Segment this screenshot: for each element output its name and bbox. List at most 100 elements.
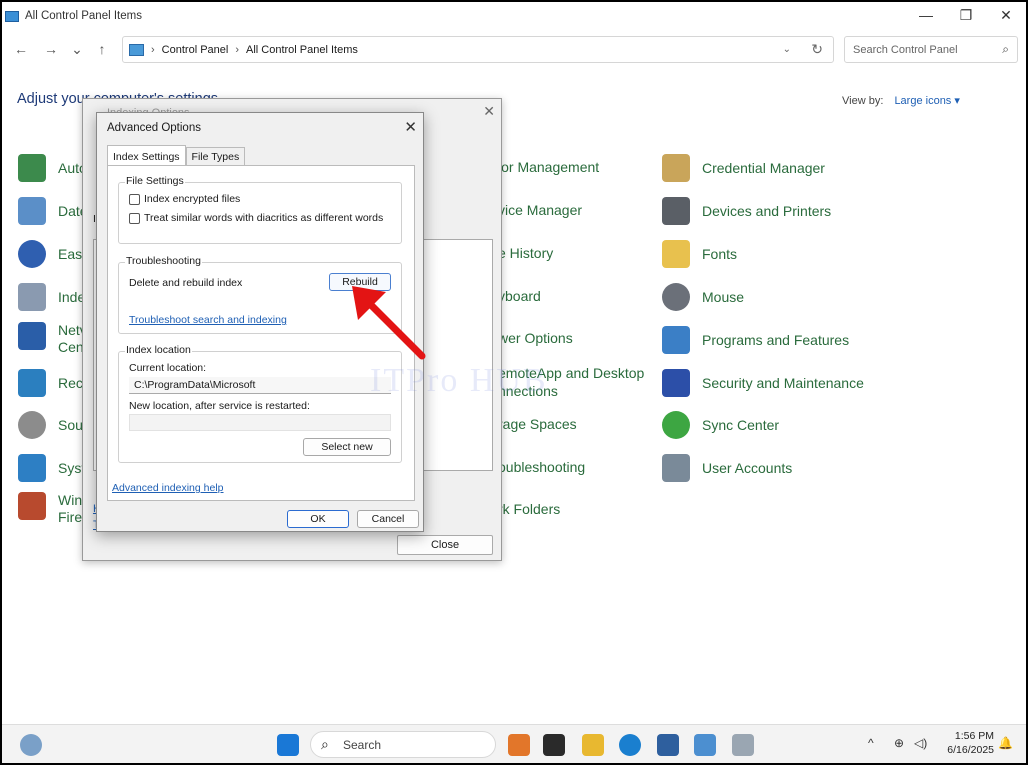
window-title: All Control Panel Items <box>25 10 142 22</box>
sound-icon <box>18 411 46 439</box>
control-panel-item[interactable]: Date <box>18 197 88 225</box>
close-button[interactable]: Close <box>397 535 493 555</box>
clock-date: 6/16/2025 <box>947 744 994 756</box>
refresh-icon[interactable]: ↻ <box>811 41 823 58</box>
control-panel-item[interactable]: lor Management <box>498 159 599 175</box>
edge-icon[interactable] <box>619 734 641 756</box>
control-panel-item[interactable]: rk Folders <box>498 501 560 517</box>
current-location-label: Current location: <box>129 362 207 374</box>
control-panel-item[interactable]: vice Manager <box>498 202 582 218</box>
address-dropdown-icon[interactable]: ⌄ <box>783 44 791 55</box>
file-settings-title: File Settings <box>125 175 185 187</box>
file-settings-group: File Settings Index encrypted files Trea… <box>118 175 402 244</box>
close-button[interactable]: ✕ <box>986 2 1026 30</box>
taskbar-search[interactable]: ⌕ Search <box>310 731 496 758</box>
tab-index-settings[interactable]: Index Settings <box>107 145 186 167</box>
indexing-taskbar-icon[interactable] <box>732 734 754 756</box>
new-location-label: New location, after service is restarted… <box>129 400 310 412</box>
control-panel-item-programs-features[interactable]: Programs and Features <box>662 326 849 354</box>
firewall-icon <box>18 492 46 520</box>
control-panel-item[interactable]: Syst <box>18 454 85 482</box>
control-panel-item[interactable]: yboard <box>498 288 541 304</box>
indexing-icon <box>18 283 46 311</box>
tray-chevron-icon[interactable]: ^ <box>868 736 874 750</box>
ease-of-access-icon <box>18 240 46 268</box>
volume-icon[interactable]: ◁) <box>914 736 927 750</box>
minimize-button[interactable]: — <box>906 2 946 30</box>
control-panel-item[interactable]: Reco <box>18 369 91 397</box>
fonts-icon <box>662 240 690 268</box>
control-panel-item[interactable]: oubleshooting <box>498 459 585 475</box>
control-panel-item[interactable]: Winc Firev <box>18 492 89 526</box>
control-panel-item[interactable]: e History <box>498 245 553 261</box>
control-panel-item-fonts[interactable]: Fonts <box>662 240 737 268</box>
search-icon: ⌕ <box>1002 42 1009 56</box>
diacritics-checkbox[interactable]: Treat similar words with diacritics as d… <box>129 212 383 224</box>
index-location-title: Index location <box>125 344 192 356</box>
navigation-bar: ← → ⌄ ↑ › Control Panel › All Control Pa… <box>2 34 1026 66</box>
troubleshoot-link[interactable]: Troubleshoot search and indexing <box>129 314 287 326</box>
address-bar[interactable]: › Control Panel › All Control Panel Item… <box>122 36 834 63</box>
view-by-dropdown[interactable]: Large icons ▾ <box>894 95 959 107</box>
control-panel-item-mouse[interactable]: Mouse <box>662 283 744 311</box>
recent-locations-icon[interactable]: ⌄ <box>66 38 88 60</box>
recovery-icon <box>18 369 46 397</box>
devices-printers-icon <box>662 197 690 225</box>
up-icon[interactable]: ↑ <box>91 38 113 60</box>
breadcrumb-separator: › <box>235 43 239 56</box>
index-encrypted-checkbox[interactable]: Index encrypted files <box>129 193 240 205</box>
close-icon[interactable]: ✕ <box>404 118 417 136</box>
watermark: ITPro HUB <box>370 362 548 399</box>
checkbox-box[interactable] <box>129 212 140 224</box>
control-panel-item-user-accounts[interactable]: User Accounts <box>662 454 792 482</box>
control-panel-item[interactable]: wer Options <box>498 330 573 346</box>
troubleshooting-title: Troubleshooting <box>125 255 202 267</box>
file-explorer-icon[interactable] <box>582 734 604 756</box>
breadcrumb-control-panel[interactable]: Control Panel <box>162 44 229 56</box>
control-panel-item-security-maintenance[interactable]: Security and Maintenance <box>662 369 864 397</box>
control-panel-item[interactable]: Netv Cent <box>18 322 88 356</box>
flag-icon <box>662 369 690 397</box>
maximize-button[interactable]: ❐ <box>946 2 986 30</box>
store-icon[interactable] <box>657 734 679 756</box>
start-icon[interactable] <box>277 734 299 756</box>
control-panel-item[interactable]: Sour <box>18 411 88 439</box>
breadcrumb-separator: › <box>151 43 155 56</box>
control-panel-taskbar-icon[interactable] <box>694 734 716 756</box>
title-bar: All Control Panel Items — ❐ ✕ <box>2 2 1026 30</box>
checkbox-box[interactable] <box>129 193 140 205</box>
clock[interactable]: 1:56 PM 6/16/2025 <box>944 729 994 757</box>
red-arrow-annotation <box>352 286 426 360</box>
tab-file-types[interactable]: File Types <box>185 147 246 167</box>
tab-strip: Index Settings File Types <box>107 145 246 167</box>
cancel-button[interactable]: Cancel <box>357 510 419 528</box>
new-location-field <box>129 414 391 431</box>
control-panel-item-sync-center[interactable]: Sync Center <box>662 411 779 439</box>
control-panel-item[interactable]: Ease <box>18 240 90 268</box>
close-icon[interactable]: ✕ <box>483 103 495 120</box>
advanced-indexing-help-link[interactable]: Advanced indexing help <box>112 482 224 494</box>
control-panel-window: All Control Panel Items — ❐ ✕ ← → ⌄ ↑ › … <box>2 2 1026 763</box>
copilot-icon[interactable] <box>508 734 530 756</box>
network-icon[interactable]: ⊕ <box>894 736 904 750</box>
back-icon[interactable]: ← <box>10 38 32 60</box>
search-placeholder: Search Control Panel <box>853 44 958 56</box>
control-panel-item-devices-printers[interactable]: Devices and Printers <box>662 197 831 225</box>
search-input[interactable]: Search Control Panel ⌕ <box>844 36 1018 63</box>
autoplay-icon <box>18 154 46 182</box>
credential-manager-icon <box>662 154 690 182</box>
ok-button[interactable]: OK <box>287 510 349 528</box>
taskbar-search-label: Search <box>343 738 382 752</box>
control-panel-item-credential-manager[interactable]: Credential Manager <box>662 154 825 182</box>
forward-icon[interactable]: → <box>40 38 62 60</box>
terminal-icon[interactable] <box>543 734 565 756</box>
notifications-icon[interactable]: 🔔 <box>998 736 1013 750</box>
control-panel-icon <box>129 43 144 56</box>
view-by-label: View by: <box>842 95 884 107</box>
control-panel-item[interactable]: Inde <box>18 283 85 311</box>
widgets-icon[interactable] <box>20 734 42 756</box>
select-new-button[interactable]: Select new <box>303 438 391 456</box>
control-panel-item[interactable]: rage Spaces <box>498 416 577 432</box>
breadcrumb-all-items[interactable]: All Control Panel Items <box>246 44 358 56</box>
control-panel-item[interactable]: Auto <box>18 154 87 182</box>
